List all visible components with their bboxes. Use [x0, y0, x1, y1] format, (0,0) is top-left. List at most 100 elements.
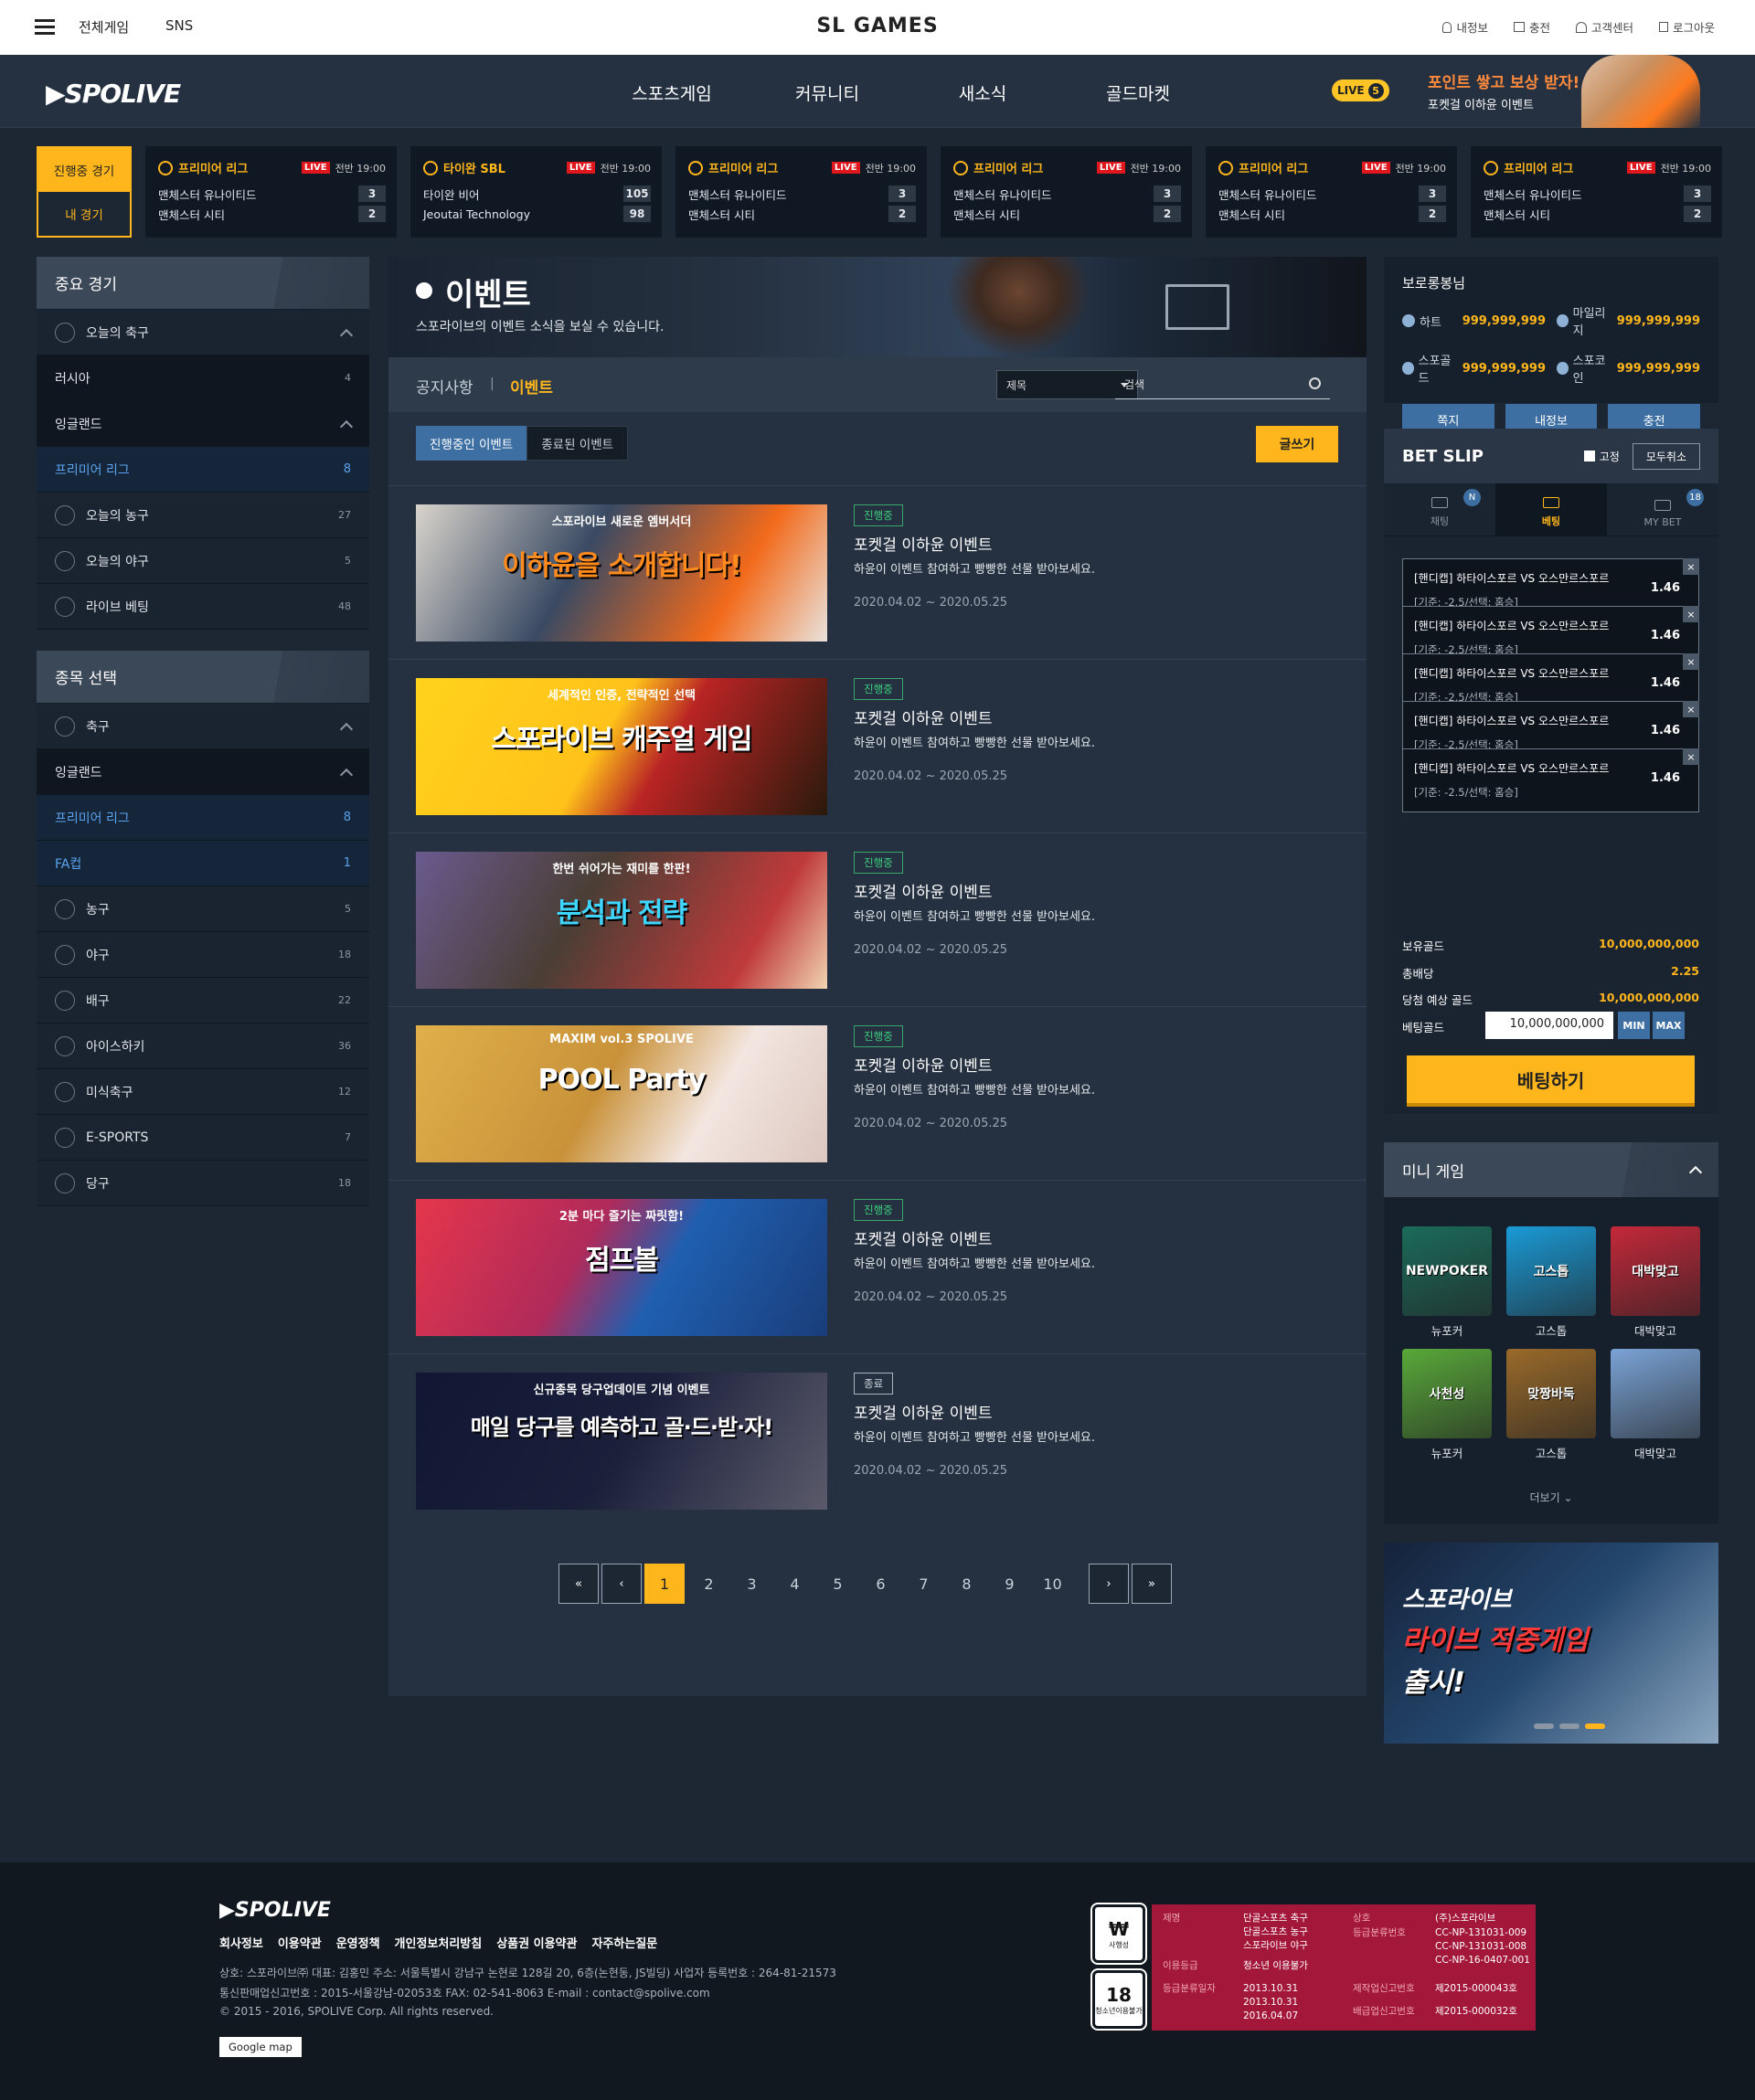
min-button[interactable]: MIN: [1618, 1012, 1650, 1039]
sidebar-item[interactable]: 라이브 베팅 48: [37, 584, 369, 630]
event-title[interactable]: 포켓걸 이하윤 이벤트: [854, 532, 993, 555]
carousel-dot[interactable]: [1559, 1723, 1580, 1729]
sidebar-item[interactable]: FA컵 1: [37, 841, 369, 886]
footer-link[interactable]: 상품권 이용약관: [496, 1934, 577, 1951]
event-title[interactable]: 포켓걸 이하윤 이벤트: [854, 1226, 993, 1249]
game-thumbnail[interactable]: NEWPOKER: [1402, 1226, 1492, 1316]
sidebar-item[interactable]: 러시아 4: [37, 355, 369, 401]
sidebar-item[interactable]: 배구 22: [37, 978, 369, 1023]
page-number[interactable]: 2: [687, 1564, 730, 1604]
remove-bet-icon[interactable]: ×: [1683, 606, 1699, 622]
remove-bet-icon[interactable]: ×: [1683, 653, 1699, 670]
game-thumbnail[interactable]: 대박맞고: [1611, 1226, 1700, 1316]
page-number[interactable]: 3: [730, 1564, 773, 1604]
my-info-link[interactable]: 내정보: [1442, 18, 1488, 36]
sidebar-item[interactable]: 오늘의 축구: [37, 310, 369, 355]
event-row[interactable]: 2분 마다 즐기는 짜릿함! 점프볼 진행중 포켓걸 이하윤 이벤트 하윤이 이벤트 참…: [388, 1180, 1367, 1353]
event-banner-image[interactable]: MAXIM vol.3 SPOLIVE POOL Party: [416, 1025, 827, 1162]
page-number[interactable]: 5: [816, 1564, 859, 1604]
menu-gold-market[interactable]: 골드마켓: [1060, 80, 1216, 105]
match-card[interactable]: 프리미어 리그 LIVE 전반 19:00 맨체스터 유나이티드 3 맨체스터 시티 2: [1206, 146, 1457, 238]
logout-link[interactable]: 로그아웃: [1658, 18, 1715, 36]
sidebar-item[interactable]: 당구 18: [37, 1161, 369, 1206]
clear-all-button[interactable]: 모두취소: [1632, 442, 1700, 470]
carousel-dot-active[interactable]: [1585, 1723, 1605, 1729]
chevron-up-icon[interactable]: [339, 328, 354, 342]
chevron-up-icon[interactable]: [339, 768, 354, 781]
spolive-logo[interactable]: ▶SPOLIVE: [46, 79, 181, 109]
game-thumbnail[interactable]: 맞짱바둑: [1506, 1349, 1596, 1438]
event-banner-image[interactable]: 신규종목 당구업데이트 기념 이벤트 매일 당구를 예측하고 골·드·받·자!: [416, 1373, 827, 1510]
sidebar-item[interactable]: 야구 18: [37, 932, 369, 978]
footer-link[interactable]: 자주하는질문: [591, 1934, 657, 1951]
betslip-tab[interactable]: MY BET 18: [1607, 483, 1718, 536]
support-link[interactable]: 고객센터: [1575, 18, 1633, 36]
tab-ongoing-events[interactable]: 진행중인 이벤트: [416, 426, 527, 461]
match-card[interactable]: 프리미어 리그 LIVE 전반 19:00 맨체스터 유나이티드 3 맨체스터 시티 2: [1471, 146, 1722, 238]
event-banner-image[interactable]: 한번 쉬어가는 재미를 한판! 분석과 전략: [416, 852, 827, 989]
match-card[interactable]: 프리미어 리그 LIVE 전반 19:00 맨체스터 유나이티드 3 맨체스터 시티 2: [145, 146, 397, 238]
page-number[interactable]: 10: [1031, 1564, 1074, 1604]
event-banner-image[interactable]: 스포라이브 새로운 엠버서더 이하윤을 소개합니다!: [416, 504, 827, 642]
game-thumbnail[interactable]: 사천성: [1402, 1349, 1492, 1438]
last-page-button[interactable]: »: [1132, 1564, 1172, 1604]
event-row[interactable]: 세계적인 인증, 전략적인 선택 스포라이브 캐주얼 게임 진행중 포켓걸 이하윤 이…: [388, 659, 1367, 833]
chevron-up-icon[interactable]: [1688, 1165, 1703, 1180]
event-row[interactable]: 신규종목 당구업데이트 기념 이벤트 매일 당구를 예측하고 골·드·받·자! 종료…: [388, 1353, 1367, 1527]
event-banner-image[interactable]: 2분 마다 즐기는 짜릿함! 점프볼: [416, 1199, 827, 1336]
match-card[interactable]: 프리미어 리그 LIVE 전반 19:00 맨체스터 유나이티드 3 맨체스터 시티 2: [675, 146, 927, 238]
google-map-button[interactable]: Google map: [219, 2037, 302, 2057]
promo-title[interactable]: 포인트 쌓고 보상 받자!: [1428, 69, 1580, 92]
event-title[interactable]: 포켓걸 이하윤 이벤트: [854, 705, 993, 728]
bet-item[interactable]: [핸디캡] 하타이스포르 VS 오스만르스포르 [기준: -2.5/선택: 홈승]…: [1402, 748, 1699, 812]
prev-page-button[interactable]: ‹: [601, 1564, 642, 1604]
event-title[interactable]: 포켓걸 이하윤 이벤트: [854, 1053, 993, 1076]
live-count-badge[interactable]: LIVE 5: [1332, 80, 1389, 101]
remove-bet-icon[interactable]: ×: [1683, 748, 1699, 765]
menu-sports-game[interactable]: 스포츠게임: [594, 80, 750, 105]
menu-community[interactable]: 커뮤니티: [750, 80, 905, 105]
sidebar-item[interactable]: 축구: [37, 704, 369, 749]
game-thumbnail[interactable]: 고스톱: [1506, 1226, 1596, 1316]
next-page-button[interactable]: ›: [1089, 1564, 1129, 1604]
page-number[interactable]: 1: [644, 1564, 685, 1604]
sidebar-item[interactable]: 아이스하키 36: [37, 1023, 369, 1069]
betslip-tab[interactable]: 베팅: [1495, 483, 1607, 536]
event-banner-image[interactable]: 세계적인 인증, 전략적인 선택 스포라이브 캐주얼 게임: [416, 678, 827, 815]
sidebar-item[interactable]: 농구 5: [37, 886, 369, 932]
page-number[interactable]: 7: [902, 1564, 945, 1604]
event-row[interactable]: MAXIM vol.3 SPOLIVE POOL Party 진행중 포켓걸 이하윤 …: [388, 1006, 1367, 1180]
betslip-tab[interactable]: 채팅 N: [1384, 483, 1495, 536]
sidebar-item[interactable]: 프리미어 리그 8: [37, 447, 369, 493]
tab-live-matches[interactable]: 진행중 경기: [38, 148, 130, 192]
mini-game-item[interactable]: 고스톱 고스톱: [1506, 1226, 1596, 1339]
sidebar-item[interactable]: 잉글랜드: [37, 401, 369, 447]
mini-game-item[interactable]: NEWPOKER 뉴포커: [1402, 1226, 1492, 1339]
sidebar-item[interactable]: E-SPORTS 7: [37, 1115, 369, 1161]
sidebar-item[interactable]: 미식축구 12: [37, 1069, 369, 1115]
event-row[interactable]: 스포라이브 새로운 엠버서더 이하윤을 소개합니다! 진행중 포켓걸 이하윤 이벤트 하…: [388, 485, 1367, 659]
page-number[interactable]: 4: [773, 1564, 816, 1604]
sidebar-item[interactable]: 오늘의 농구 27: [37, 493, 369, 538]
mini-game-item[interactable]: 대박맞고: [1611, 1349, 1700, 1461]
more-games-link[interactable]: 더보기 ⌄: [1384, 1490, 1718, 1505]
footer-link[interactable]: 회사정보: [219, 1934, 263, 1951]
bet-gold-input[interactable]: 10,000,000,000: [1485, 1012, 1613, 1039]
event-title[interactable]: 포켓걸 이하윤 이벤트: [854, 879, 993, 902]
page-number[interactable]: 9: [988, 1564, 1031, 1604]
footer-link[interactable]: 이용약관: [278, 1934, 322, 1951]
chevron-up-icon[interactable]: [339, 722, 354, 736]
menu-news[interactable]: 새소식: [905, 80, 1060, 105]
carousel-dot[interactable]: [1534, 1723, 1554, 1729]
sidebar-item[interactable]: 잉글랜드: [37, 749, 369, 795]
write-button[interactable]: 글쓰기: [1256, 426, 1338, 462]
footer-link[interactable]: 개인정보처리방침: [395, 1934, 483, 1951]
page-number[interactable]: 6: [859, 1564, 902, 1604]
chevron-up-icon[interactable]: [339, 419, 354, 433]
remove-bet-icon[interactable]: ×: [1683, 558, 1699, 575]
charge-link[interactable]: 충전: [1513, 18, 1550, 36]
live-game-promo-banner[interactable]: 스포라이브 라이브 적중게임 출시!: [1384, 1543, 1718, 1744]
sidebar-item[interactable]: 프리미어 리그 8: [37, 795, 369, 841]
page-number[interactable]: 8: [945, 1564, 988, 1604]
search-input[interactable]: 검색: [1115, 370, 1330, 399]
